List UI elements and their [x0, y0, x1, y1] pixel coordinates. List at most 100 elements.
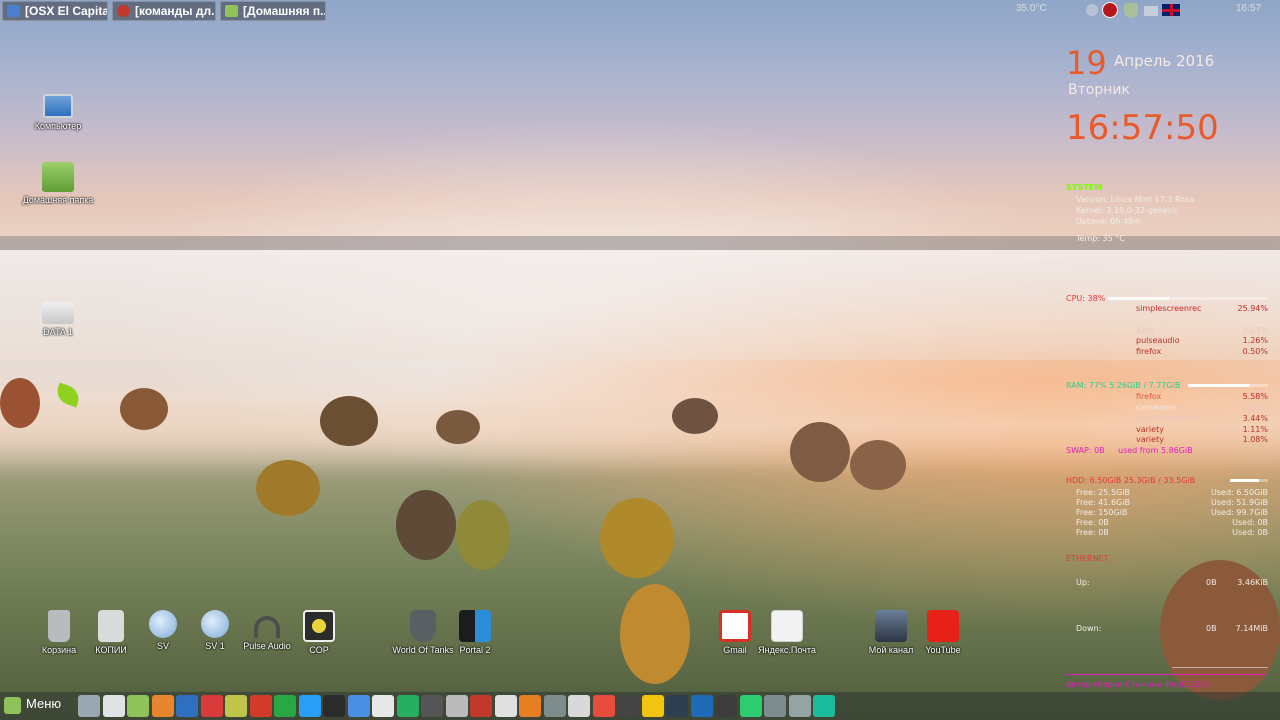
panel-launcher-icon[interactable] [127, 695, 149, 717]
leaf-icon[interactable] [53, 382, 83, 408]
temperature-readout: 35.0°C [1016, 3, 1047, 14]
mint-logo-icon [4, 697, 21, 714]
panel-launcher-icon[interactable] [519, 695, 541, 717]
home-folder-icon [42, 162, 74, 192]
ram-title: RAM: 77% 5.26GiB / 7.77GiB [1066, 381, 1181, 390]
trash-icon [48, 610, 70, 642]
ram-process-value: 5.58% [1242, 392, 1268, 401]
tree [436, 410, 480, 444]
tree [456, 500, 510, 570]
dock-item-yandex-mail[interactable]: Яндекс.Почта [752, 610, 822, 655]
hdd-free: Free: 0B [1076, 528, 1109, 537]
desktop-icon-computer[interactable]: Компьютер [18, 90, 98, 131]
dock-label: Яндекс.Почта [758, 645, 816, 655]
hdd-used: Used: 0B [1232, 528, 1268, 537]
panel-launcher-icon[interactable] [470, 695, 492, 717]
panel-launcher-icon[interactable] [396, 695, 419, 717]
panel-launcher-icon[interactable] [494, 695, 517, 717]
panel-launcher-icon[interactable] [347, 695, 370, 717]
ram-process-value: 1.11% [1242, 425, 1268, 434]
dock-item-cop[interactable]: COP [284, 610, 354, 655]
network-icon[interactable] [1102, 2, 1118, 18]
cpu-process-name: firefox [1136, 347, 1162, 356]
cpu-process-name: Xorg [1136, 326, 1155, 335]
panel-launcher-icon[interactable] [200, 695, 223, 717]
panel-launcher-icon[interactable] [298, 695, 321, 717]
fog-band-lower [0, 380, 1280, 470]
user-icon[interactable] [1086, 4, 1098, 16]
tree [620, 584, 690, 684]
panel-launcher-icon[interactable] [690, 695, 713, 717]
panel-launcher-icon[interactable] [78, 695, 100, 717]
panel-launcher-icon[interactable] [151, 695, 174, 717]
menu-button[interactable]: Меню [4, 696, 61, 716]
cpu-title: CPU: 38% [1066, 294, 1106, 303]
ethernet-up-label: Up: [1076, 578, 1090, 587]
tree [850, 440, 906, 490]
panel-launcher-icon[interactable] [617, 695, 639, 717]
hdd-title: HDD: 6.50GiB 25.3GiB / 33.5GiB [1066, 476, 1196, 485]
panel-launcher-icon[interactable] [715, 695, 737, 717]
panel-launcher-icon[interactable] [739, 695, 762, 717]
window-tab-home[interactable]: [Домашняя п... [220, 1, 326, 21]
panel-launcher-icon[interactable] [372, 695, 394, 717]
panel-launcher-icon[interactable] [592, 695, 615, 717]
desktop-icon-label: Компьютер [34, 121, 82, 131]
mail-icon[interactable] [1144, 6, 1158, 16]
youtube-icon [927, 610, 959, 642]
conky-footer: Автор сборки Стамина Фар(OLEG) [1066, 680, 1210, 689]
window-tab-commands[interactable]: [команды дл... [112, 1, 216, 21]
panel-launcher-icon[interactable] [274, 695, 296, 717]
dock-item-youtube[interactable]: YouTube [908, 610, 978, 655]
ram-process-name: variety [1136, 425, 1164, 434]
swap-used: used from 5.86GiB [1118, 446, 1193, 455]
shield-icon[interactable] [1124, 3, 1138, 18]
panel-launcher-icon[interactable] [568, 695, 590, 717]
panel-launcher-icon[interactable] [421, 695, 443, 717]
panel-launcher-icon[interactable] [323, 695, 345, 717]
panel-launcher-icon[interactable] [813, 695, 835, 717]
conky-day: 19 [1066, 44, 1107, 82]
panel-launcher-icon[interactable] [445, 695, 468, 717]
conky-month-year: Апрель 2016 [1114, 52, 1215, 70]
cpu-bar-fill [1108, 297, 1169, 300]
window-tab-label: [Домашняя п... [243, 4, 326, 18]
panel-launcher-icon[interactable] [225, 695, 247, 717]
system-title: SYSTEM [1066, 183, 1103, 192]
panel-launcher-icon[interactable] [543, 695, 566, 717]
ethernet-down-rate: 7.14MiB [1235, 624, 1268, 633]
panel-launcher-icon[interactable] [176, 695, 198, 717]
ethernet-up-value: 0B [1206, 578, 1217, 587]
conky-time: 16:57:50 [1066, 108, 1219, 148]
tree [320, 396, 378, 446]
swap-title: SWAP: 0B [1066, 446, 1105, 455]
panel-launcher-icon[interactable] [249, 695, 272, 717]
desktop-icon-home[interactable]: Домашняя папка [18, 162, 98, 205]
ram-bar-fill [1188, 384, 1250, 387]
ram-process-value: 4.63% [1242, 403, 1268, 412]
desktop-icon-data1[interactable]: DATA 1 [18, 296, 98, 337]
hdd-free: Free: 25.5GiB [1076, 488, 1130, 497]
cherry-icon [117, 5, 130, 17]
cpu-process-value: 0.50% [1242, 347, 1268, 356]
hdd-free: Free: 0B [1076, 518, 1109, 527]
uk-flag-icon[interactable] [1162, 4, 1180, 16]
dock-label: YouTube [925, 645, 961, 655]
clock[interactable]: 16:57 [1236, 3, 1261, 14]
panel-launcher-icon[interactable] [788, 695, 811, 717]
dock-item-portal2[interactable]: Portal 2 [440, 610, 510, 655]
panel-launcher-icon[interactable] [666, 695, 688, 717]
tree [0, 378, 40, 428]
panel-launcher-icon[interactable] [102, 695, 125, 717]
window-tab-label: [OSX El Capita... [25, 4, 108, 18]
window-tab-osx[interactable]: [OSX El Capita... [2, 1, 108, 21]
headphones-icon [254, 616, 280, 638]
tree [600, 498, 674, 578]
tanks-icon [410, 610, 436, 642]
ram-process-value: 1.08% [1242, 435, 1268, 444]
hdd-free: Free: 150GiB [1076, 508, 1128, 517]
system-line: Version: Linux Mint 17.3 Rosa [1076, 195, 1195, 204]
dock-label: COP [309, 645, 329, 655]
panel-launcher-icon[interactable] [641, 695, 664, 717]
panel-launcher-icon[interactable] [764, 695, 786, 717]
